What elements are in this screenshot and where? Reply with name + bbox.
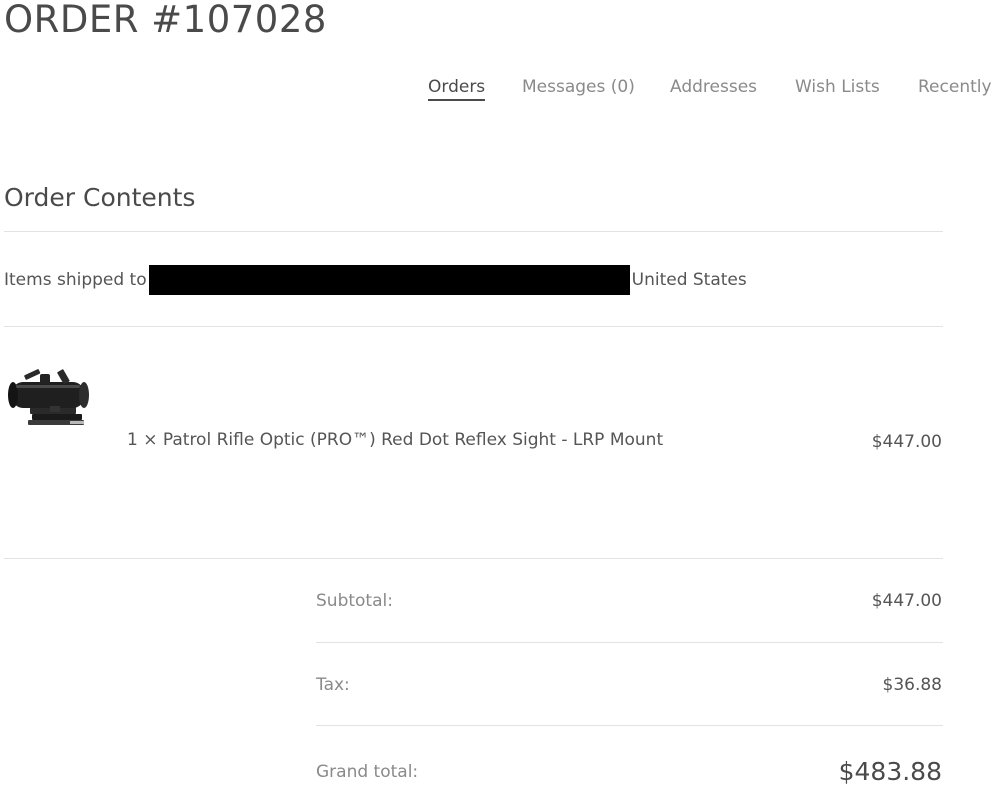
red-dot-sight-image <box>8 369 89 425</box>
nav-item-messages[interactable]: Messages (0) <box>522 76 635 98</box>
divider <box>4 558 943 559</box>
divider <box>4 326 943 327</box>
page-title: ORDER #107028 <box>4 0 327 41</box>
shipped-to-country: United States <box>631 270 747 290</box>
account-navigation: Orders Messages (0) Addresses Wish Lists… <box>0 76 999 106</box>
nav-item-wish-lists[interactable]: Wish Lists <box>795 76 880 98</box>
nav-item-addresses[interactable]: Addresses <box>670 76 757 98</box>
subtotal-label: Subtotal: <box>316 591 393 611</box>
grand-total-label: Grand total: <box>316 762 419 782</box>
divider <box>316 725 943 726</box>
divider <box>4 231 943 232</box>
shipped-to-label: Items shipped to <box>4 270 147 290</box>
divider <box>316 642 943 643</box>
grand-total-value: $483.88 <box>838 757 942 786</box>
nav-item-orders[interactable]: Orders <box>428 76 486 101</box>
nav-item-recently-viewed[interactable]: Recently <box>918 76 992 98</box>
product-image[interactable] <box>6 364 90 430</box>
redacted-address-block <box>148 265 630 295</box>
tax-value: $36.88 <box>882 675 942 695</box>
product-name[interactable]: 1 × Patrol Rifle Optic (PRO™) Red Dot Re… <box>127 429 663 451</box>
shipping-address-row: Items shipped to United States <box>4 265 747 295</box>
tax-label: Tax: <box>316 675 350 695</box>
product-price: $447.00 <box>871 432 942 452</box>
order-contents-heading: Order Contents <box>4 183 196 212</box>
subtotal-value: $447.00 <box>871 591 942 611</box>
